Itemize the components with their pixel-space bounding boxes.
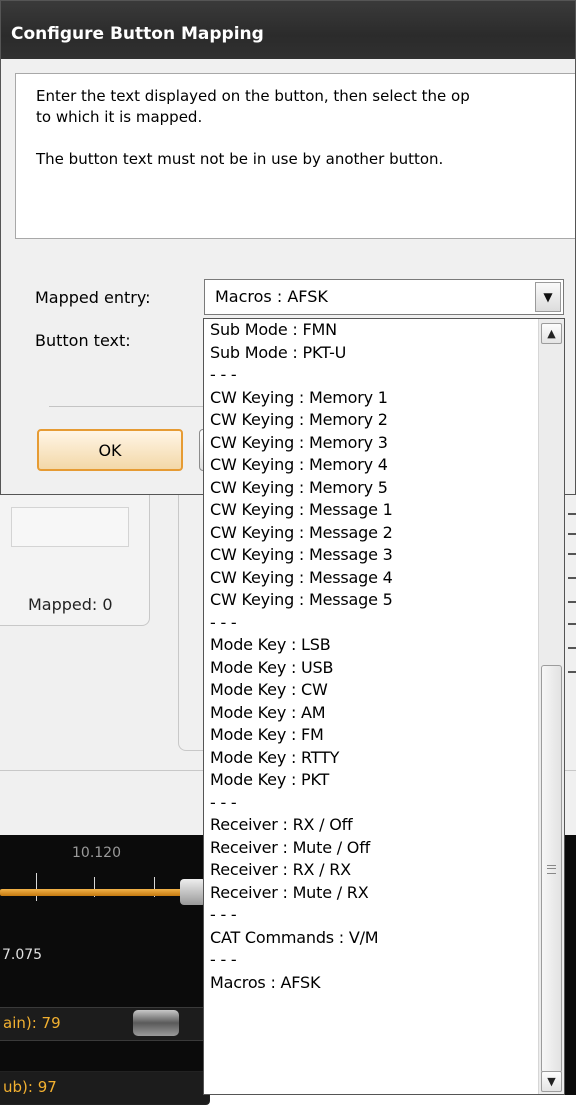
summary-input-box (11, 507, 129, 547)
dropdown-option[interactable]: Mode Key : USB (209, 657, 539, 680)
mapped-count-label: Mapped: 0 (28, 595, 113, 614)
dropdown-option[interactable]: CAT Commands : V/M (209, 927, 539, 950)
dropdown-option[interactable]: CW Keying : Memory 2 (209, 409, 539, 432)
dropdown-option[interactable]: CW Keying : Memory 4 (209, 454, 539, 477)
dropdown-option[interactable]: Receiver : Mute / Off (209, 837, 539, 860)
dropdown-option[interactable]: CW Keying : Message 3 (209, 544, 539, 567)
mapped-entry-combobox[interactable]: Macros : AFSK ▼ (204, 279, 564, 315)
dropdown-option[interactable]: CW Keying : Memory 5 (209, 477, 539, 500)
dropdown-option[interactable]: CW Keying : Message 4 (209, 567, 539, 590)
dropdown-option[interactable]: Receiver : RX / RX (209, 859, 539, 882)
scroll-down-arrow-icon[interactable]: ▼ (541, 1071, 562, 1092)
dialog-title-bar[interactable]: Configure Button Mapping (1, 1, 575, 59)
dropdown-option[interactable]: - - - (209, 949, 539, 972)
dropdown-option[interactable]: Mode Key : FM (209, 724, 539, 747)
dropdown-option[interactable]: - - - (209, 364, 539, 387)
instructions-line: Enter the text displayed on the button, … (36, 87, 470, 105)
dropdown-option[interactable]: - - - (209, 904, 539, 927)
grip-icon (547, 864, 556, 874)
scale-tick (36, 873, 37, 901)
dropdown-option[interactable]: Receiver : RX / Off (209, 814, 539, 837)
ok-button[interactable]: OK (37, 429, 183, 471)
instructions-box: Enter the text displayed on the button, … (15, 73, 575, 239)
dropdown-option[interactable]: CW Keying : Message 5 (209, 589, 539, 612)
mapped-entry-dropdown-list[interactable]: Sub Mode : FMN Sub Mode : PKT-U - - - CW Ke… (203, 318, 565, 1095)
sub-level-slider[interactable]: ub): 97 (0, 1071, 210, 1105)
dropdown-scrollbar[interactable]: ▲ ▼ (538, 319, 564, 1094)
dropdown-option[interactable]: Mode Key : CW (209, 679, 539, 702)
main-level-label: ain): 79 (3, 1014, 61, 1032)
main-level-slider[interactable]: ain): 79 (0, 1007, 210, 1041)
scrollbar-thumb[interactable] (541, 665, 562, 1073)
dropdown-option[interactable]: CW Keying : Memory 1 (209, 387, 539, 410)
frequency-readout: 7.075 (2, 947, 43, 963)
dropdown-items: Sub Mode : FMN Sub Mode : PKT-U - - - CW Ke… (209, 319, 539, 994)
dropdown-option[interactable]: CW Keying : Message 1 (209, 499, 539, 522)
dropdown-option[interactable]: Mode Key : LSB (209, 634, 539, 657)
tuning-slider-track[interactable] (0, 889, 205, 896)
button-area-separator (49, 406, 209, 407)
dropdown-option[interactable]: - - - (209, 612, 539, 635)
scroll-up-arrow-icon[interactable]: ▲ (541, 323, 562, 344)
background-edge-marks (568, 495, 576, 1095)
mapped-entry-value: Macros : AFSK (215, 287, 328, 306)
dropdown-option[interactable]: Sub Mode : PKT-U (209, 342, 539, 365)
dropdown-option[interactable]: Mode Key : PKT (209, 769, 539, 792)
dropdown-option[interactable]: Mode Key : RTTY (209, 747, 539, 770)
dropdown-option[interactable]: CW Keying : Message 2 (209, 522, 539, 545)
dropdown-option[interactable]: Mode Key : AM (209, 702, 539, 725)
instructions-line: to which it is mapped. (36, 108, 203, 126)
frequency-scale-label: 10.120 (72, 845, 121, 861)
mapped-entry-label: Mapped entry: (35, 288, 151, 307)
dropdown-option[interactable]: Sub Mode : FMN (209, 319, 539, 342)
dropdown-option[interactable]: - - - (209, 792, 539, 815)
dropdown-option[interactable]: CW Keying : Memory 3 (209, 432, 539, 455)
chevron-down-icon[interactable]: ▼ (535, 282, 561, 312)
button-text-label: Button text: (35, 331, 131, 350)
dialog-title: Configure Button Mapping (11, 24, 264, 44)
sub-level-label: ub): 97 (3, 1078, 57, 1096)
instructions-line: The button text must not be in use by an… (36, 150, 444, 168)
dropdown-option[interactable]: Receiver : Mute / RX (209, 882, 539, 905)
dropdown-option[interactable]: Macros : AFSK (209, 972, 539, 995)
main-level-knob[interactable] (133, 1010, 179, 1036)
